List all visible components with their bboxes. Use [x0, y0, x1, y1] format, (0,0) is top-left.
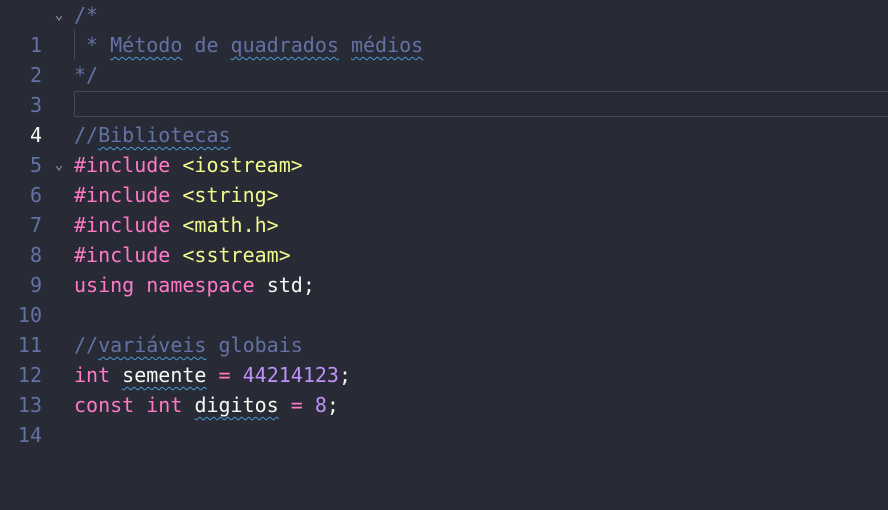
line-code: * Método de quadrados médios	[74, 30, 423, 60]
comment-token: */	[74, 63, 99, 87]
code-line[interactable]: 9 #include <sstream>	[0, 240, 888, 297]
keyword-token: int	[146, 393, 183, 417]
comment-token: globais	[206, 333, 303, 357]
string-token: <sstream>	[182, 243, 291, 267]
identifier-token: digitos	[194, 393, 279, 417]
punctuation-token: ;	[326, 393, 339, 417]
comment-token: variáveis	[98, 333, 207, 357]
number-token: 44214123	[242, 363, 339, 387]
keyword-token: using	[74, 273, 135, 297]
chevron-down-icon[interactable]: ⌄	[51, 150, 67, 180]
code-line[interactable]: 3 */	[0, 60, 888, 117]
keyword-token: int	[74, 363, 111, 387]
line-code: #include <iostream>	[74, 150, 303, 180]
string-token: <string>	[182, 183, 279, 207]
code-line[interactable]: 14 const int digitos = 8;	[0, 390, 888, 447]
comment-token: //	[74, 123, 99, 147]
punctuation-token: ;	[338, 363, 351, 387]
line-code: //variáveis globais	[74, 330, 303, 360]
comment-token: médios	[350, 33, 424, 57]
code-line[interactable]: 2 * Método de quadrados médios	[0, 30, 888, 87]
code-line[interactable]: 6 ⌄ #include <iostream>	[0, 150, 888, 207]
comment-token: de	[182, 33, 231, 57]
line-code: #include <sstream>	[74, 240, 291, 270]
punctuation-token: ;	[302, 273, 315, 297]
line-code: using namespace std;	[74, 270, 315, 300]
code-editor[interactable]: 1 ⌄ /* 2 * Método de quadrados médios 3 …	[0, 0, 888, 447]
code-line[interactable]: 11	[0, 300, 888, 357]
line-code: #include <math.h>	[74, 210, 279, 240]
code-line[interactable]: 8 #include <math.h>	[0, 210, 888, 267]
code-line[interactable]: 7 #include <string>	[0, 180, 888, 237]
line-number: 14	[17, 423, 42, 447]
comment-token: //	[74, 333, 99, 357]
comment-token: quadrados	[230, 33, 339, 57]
comment-token: *	[74, 33, 111, 57]
keyword-token: #include	[74, 183, 171, 207]
keyword-token: namespace	[146, 273, 255, 297]
keyword-token: const	[74, 393, 135, 417]
comment-token: Método	[110, 33, 183, 57]
code-line[interactable]: 5 //Bibliotecas	[0, 120, 888, 177]
keyword-token: #include	[74, 243, 171, 267]
operator-token: =	[218, 363, 231, 387]
string-token: <math.h>	[182, 213, 279, 237]
line-code: int semente = 44214123;	[74, 360, 351, 390]
keyword-token: #include	[74, 213, 171, 237]
line-code: /*	[74, 0, 98, 30]
current-line[interactable]: 4	[0, 90, 888, 147]
identifier-token: semente	[122, 363, 207, 387]
keyword-token: #include	[74, 153, 171, 177]
string-token: <iostream>	[182, 153, 303, 177]
comment-token: Bibliotecas	[98, 123, 231, 147]
line-code: #include <string>	[74, 180, 279, 210]
number-token: 8	[314, 393, 327, 417]
operator-token: =	[290, 393, 303, 417]
current-line-highlight	[74, 91, 888, 117]
code-line[interactable]: 13 int semente = 44214123;	[0, 360, 888, 417]
code-line[interactable]: 10 using namespace std;	[0, 270, 888, 327]
comment-token	[339, 33, 351, 57]
line-code: //Bibliotecas	[74, 120, 231, 150]
chevron-down-icon[interactable]: ⌄	[51, 0, 67, 30]
line-code: const int digitos = 8;	[74, 390, 339, 420]
code-line[interactable]: 1 ⌄ /*	[0, 0, 888, 57]
comment-token: /*	[74, 3, 99, 27]
identifier-token: std	[266, 273, 303, 297]
code-line[interactable]: 12 //variáveis globais	[0, 330, 888, 387]
line-code: */	[74, 60, 98, 90]
